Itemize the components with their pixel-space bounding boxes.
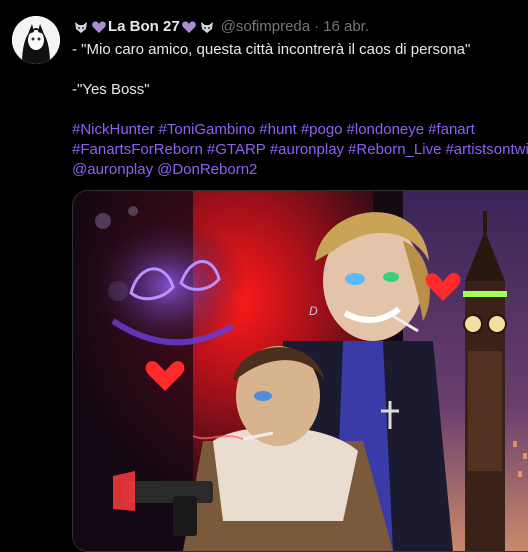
tweet-header: La Bon 27 @sofimpreda · 16 abr. [72, 16, 369, 38]
mention-link[interactable]: @auronplay [72, 161, 153, 178]
timestamp[interactable]: 16 abr. [323, 17, 369, 37]
mentions-line: @auronplay @DonReborn2 [72, 160, 528, 180]
separator-dot: · [314, 18, 320, 35]
fox-emoji-icon [199, 19, 215, 35]
svg-text:D: D [309, 304, 318, 318]
avatar[interactable] [12, 16, 60, 64]
hashtag-link[interactable]: #artistsontwi [445, 141, 528, 158]
purple-heart-icon [181, 19, 197, 35]
hashtag-link[interactable]: #fanart [428, 121, 475, 138]
hashtag-link[interactable]: #ToniGambino [159, 121, 256, 138]
hashtag-link[interactable]: #pogo [301, 121, 343, 138]
tweet[interactable]: La Bon 27 @sofimpreda · 16 abr. - "Mio c… [0, 0, 528, 552]
tweet-media-image[interactable]: D [72, 190, 528, 552]
hashtag-link[interactable]: #GTARP [207, 141, 266, 158]
hashtag-link[interactable]: #NickHunter [72, 121, 155, 138]
hashtags-line-2: #FanartsForReborn #GTARP #auronplay #Reborn… [72, 140, 528, 160]
hashtag-link[interactable]: #hunt [259, 121, 297, 138]
text-line-1: - "Mio caro amico, questa città incontre… [72, 41, 471, 58]
hashtag-link[interactable]: #auronplay [270, 141, 344, 158]
fox-emoji-icon [73, 19, 89, 35]
display-name[interactable]: La Bon 27 [108, 17, 180, 37]
hashtag-link[interactable]: #FanartsForReborn [72, 141, 203, 158]
hashtags-line-1: #NickHunter #ToniGambino #hunt #pogo #london… [72, 120, 528, 140]
mention-link[interactable]: @DonReborn2 [157, 161, 257, 178]
text-line-2: -"Yes Boss" [72, 81, 150, 98]
hashtag-link[interactable]: #londoneye [347, 121, 425, 138]
user-handle[interactable]: @sofimpreda [221, 17, 310, 37]
purple-heart-icon [91, 19, 107, 35]
hashtag-link[interactable]: #Reborn_Live [348, 141, 441, 158]
tweet-text: - "Mio caro amico, questa città incontre… [72, 40, 528, 180]
